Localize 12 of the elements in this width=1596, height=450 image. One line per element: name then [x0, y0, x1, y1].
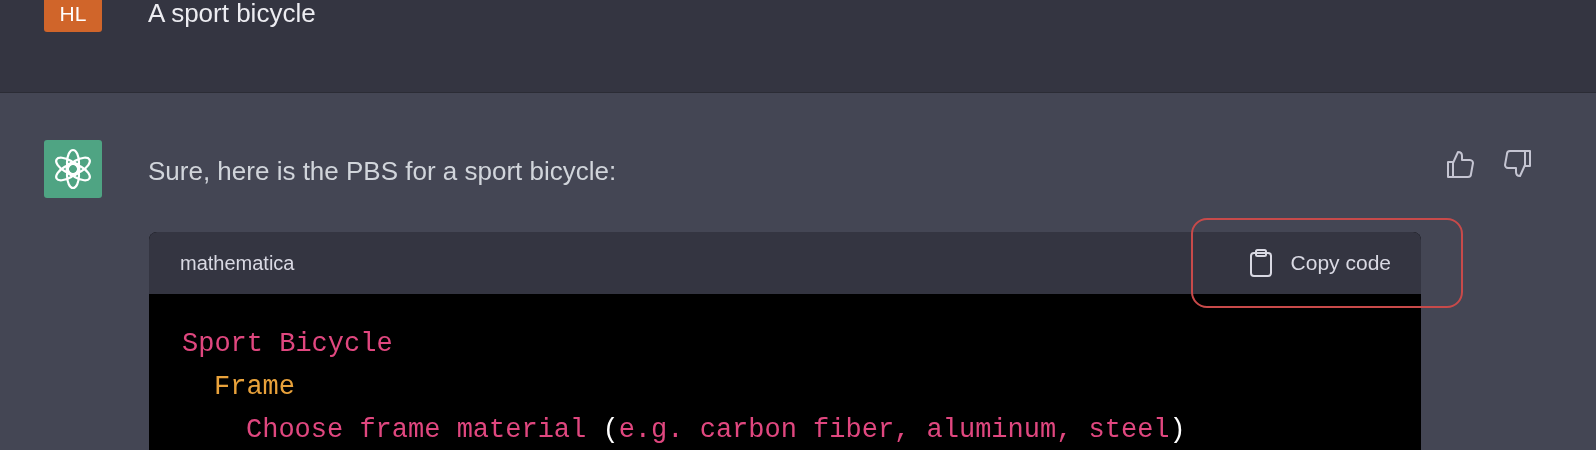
- clipboard-icon: [1248, 249, 1273, 277]
- code-line: Frame: [214, 371, 295, 404]
- copy-code-button[interactable]: Copy code: [1248, 241, 1391, 285]
- thumbs-down-icon[interactable]: [1502, 149, 1532, 179]
- thumbs-up-icon[interactable]: [1446, 149, 1476, 179]
- user-avatar: HL: [44, 0, 102, 32]
- code-language: mathematica: [180, 251, 295, 275]
- user-message: A sport bicycle: [148, 0, 316, 26]
- assistant-message: Sure, here is the PBS for a sport bicycle:: [148, 156, 618, 187]
- code-line: Choose frame material (e.g. carbon fiber, aluminum, steel): [246, 414, 1186, 447]
- assistant-logo-icon: [44, 140, 102, 198]
- code-line: Sport Bicycle: [182, 328, 393, 361]
